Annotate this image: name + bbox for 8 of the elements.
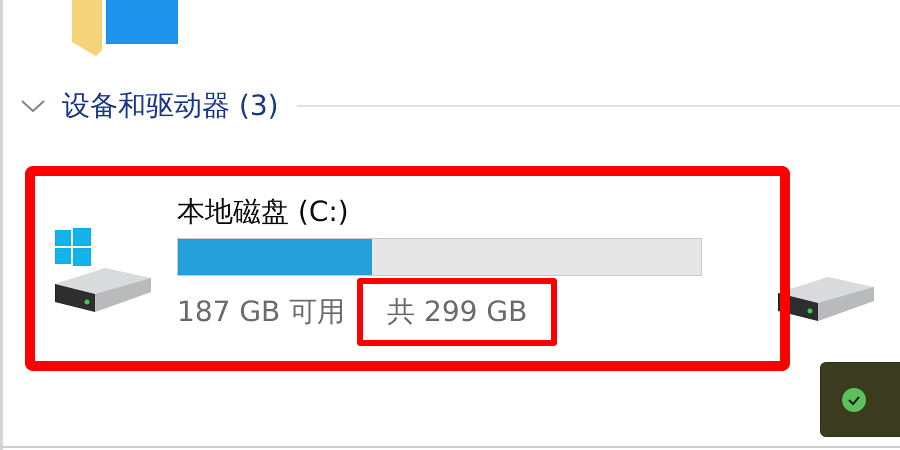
drive-name[interactable]: 本地磁盘 (C:) xyxy=(177,194,702,230)
total-size: 共 299 GB xyxy=(357,278,558,346)
group-header[interactable]: 设备和驱动器 (3) xyxy=(62,88,279,124)
drive-icon xyxy=(778,276,874,322)
chevron-icon[interactable] xyxy=(20,98,46,114)
check-icon xyxy=(842,388,866,412)
folder-icon xyxy=(72,0,180,56)
free-space: 187 GB 可用 xyxy=(177,294,346,330)
